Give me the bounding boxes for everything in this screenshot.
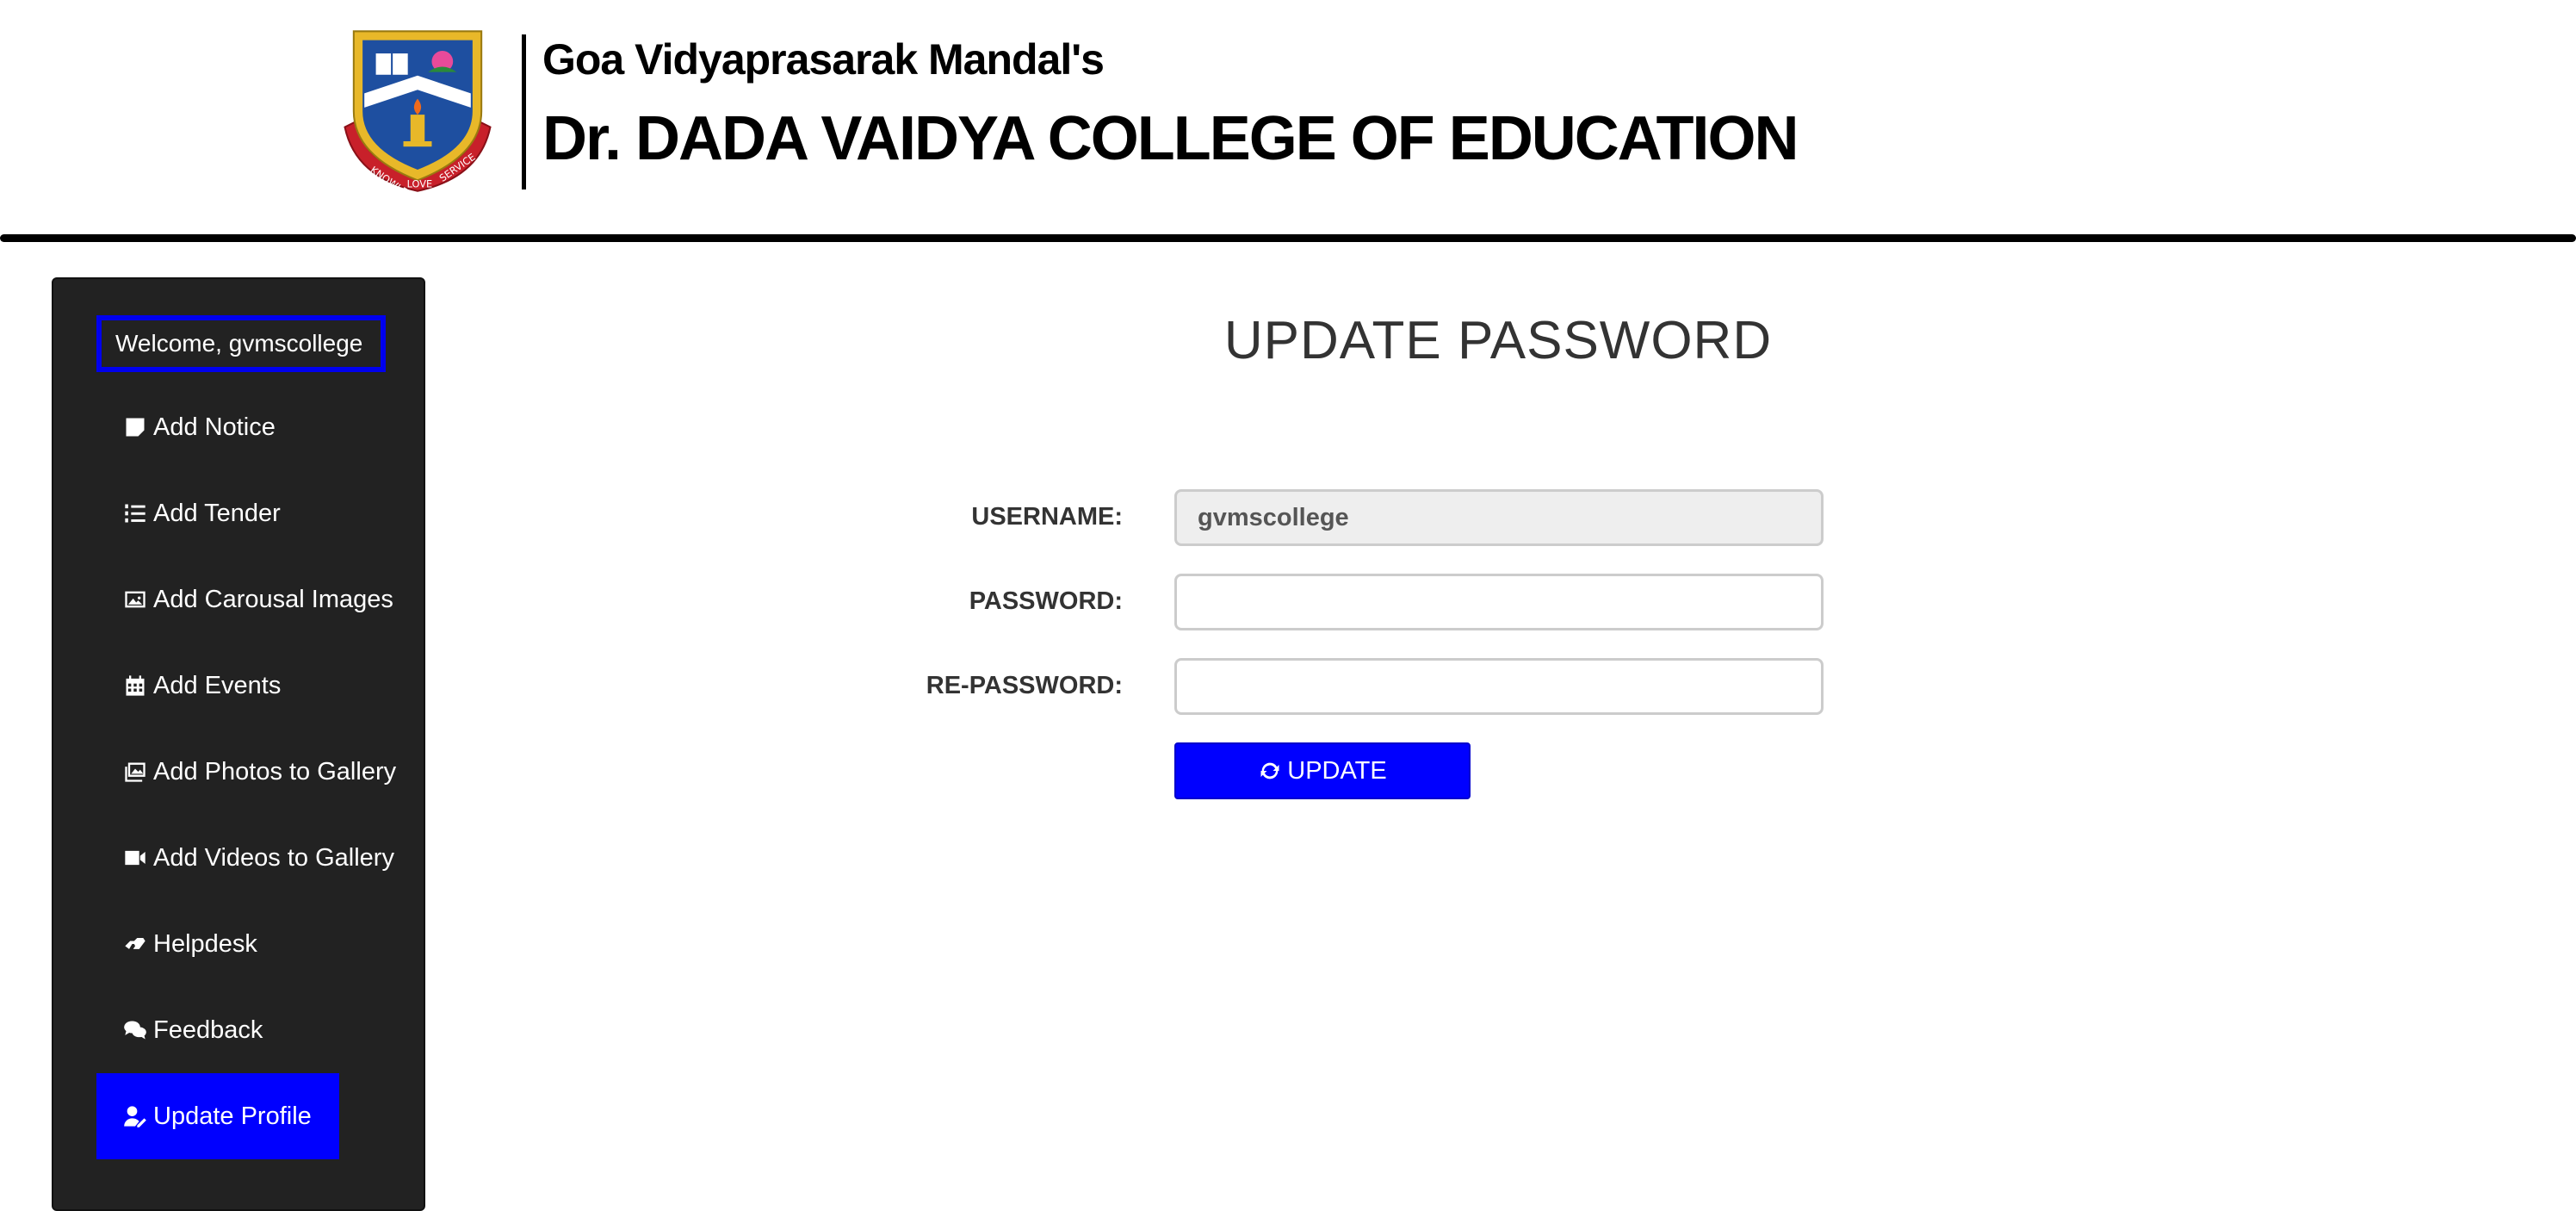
password-label: PASSWORD: xyxy=(969,587,1123,615)
sidebar-item-label: Update Profile xyxy=(153,1102,312,1130)
image-icon xyxy=(121,587,150,612)
sidebar-item-label: Feedback xyxy=(153,1015,263,1044)
sidebar-item-add-photos-to-gallery[interactable]: Add Photos to Gallery xyxy=(96,729,396,815)
user-edit-icon xyxy=(121,1103,150,1129)
sidebar-item-label: Add Videos to Gallery xyxy=(153,843,394,872)
sidebar-item-label: Add Photos to Gallery xyxy=(153,757,397,786)
logo-motto-love: LOVE xyxy=(407,178,433,190)
sticky-note-icon xyxy=(121,414,150,440)
repassword-label: RE-PASSWORD: xyxy=(926,672,1123,699)
sidebar-item-add-notice[interactable]: Add Notice xyxy=(96,384,276,470)
org-name: Goa Vidyaprasarak Mandal's xyxy=(542,35,1105,84)
header-rule xyxy=(0,234,2576,242)
college-name: Dr. DADA VAIDYA COLLEGE OF EDUCATION xyxy=(542,104,1799,173)
sidebar-item-update-profile[interactable]: Update Profile xyxy=(96,1073,339,1159)
sidebar-item-label: Add Notice xyxy=(153,413,276,441)
sidebar-item-add-carousal-images[interactable]: Add Carousal Images xyxy=(96,556,393,643)
sidebar-item-feedback[interactable]: Feedback xyxy=(96,987,263,1073)
welcome-user: Welcome, gvmscollege xyxy=(96,315,386,372)
sidebar-item-label: Add Events xyxy=(153,671,282,699)
video-icon xyxy=(121,845,150,871)
sync-icon xyxy=(1260,762,1279,779)
comments-icon xyxy=(121,1017,150,1043)
hands-helping-icon xyxy=(121,931,150,957)
password-field[interactable] xyxy=(1174,574,1824,630)
site-header: KNOWLEDGE LOVE SERVICE Goa Vidyaprasarak… xyxy=(0,0,2576,243)
sidebar-item-label: Helpdesk xyxy=(153,929,257,958)
sidebar-item-label: Add Carousal Images xyxy=(153,585,393,613)
username-label: USERNAME: xyxy=(971,503,1123,531)
header-divider xyxy=(522,34,526,189)
sidebar-item-helpdesk[interactable]: Helpdesk xyxy=(96,901,257,987)
repassword-field[interactable] xyxy=(1174,658,1824,715)
update-button[interactable]: UPDATE xyxy=(1174,742,1471,799)
sidebar-item-add-videos-to-gallery[interactable]: Add Videos to Gallery xyxy=(96,815,394,901)
update-button-label: UPDATE xyxy=(1287,756,1387,785)
sidebar-item-add-events[interactable]: Add Events xyxy=(96,643,281,729)
sidebar-item-add-tender[interactable]: Add Tender xyxy=(96,470,281,556)
images-icon xyxy=(121,759,150,785)
page-title: UPDATE PASSWORD xyxy=(1223,311,1773,370)
list-ol-icon xyxy=(121,500,150,526)
college-crest-logo: KNOWLEDGE LOVE SERVICE xyxy=(344,30,492,200)
username-field[interactable] xyxy=(1174,489,1824,546)
calendar-icon xyxy=(121,673,150,699)
sidebar-item-label: Add Tender xyxy=(153,499,281,527)
sidebar: Welcome, gvmscollege Add Notice Add Tend… xyxy=(52,277,425,1211)
